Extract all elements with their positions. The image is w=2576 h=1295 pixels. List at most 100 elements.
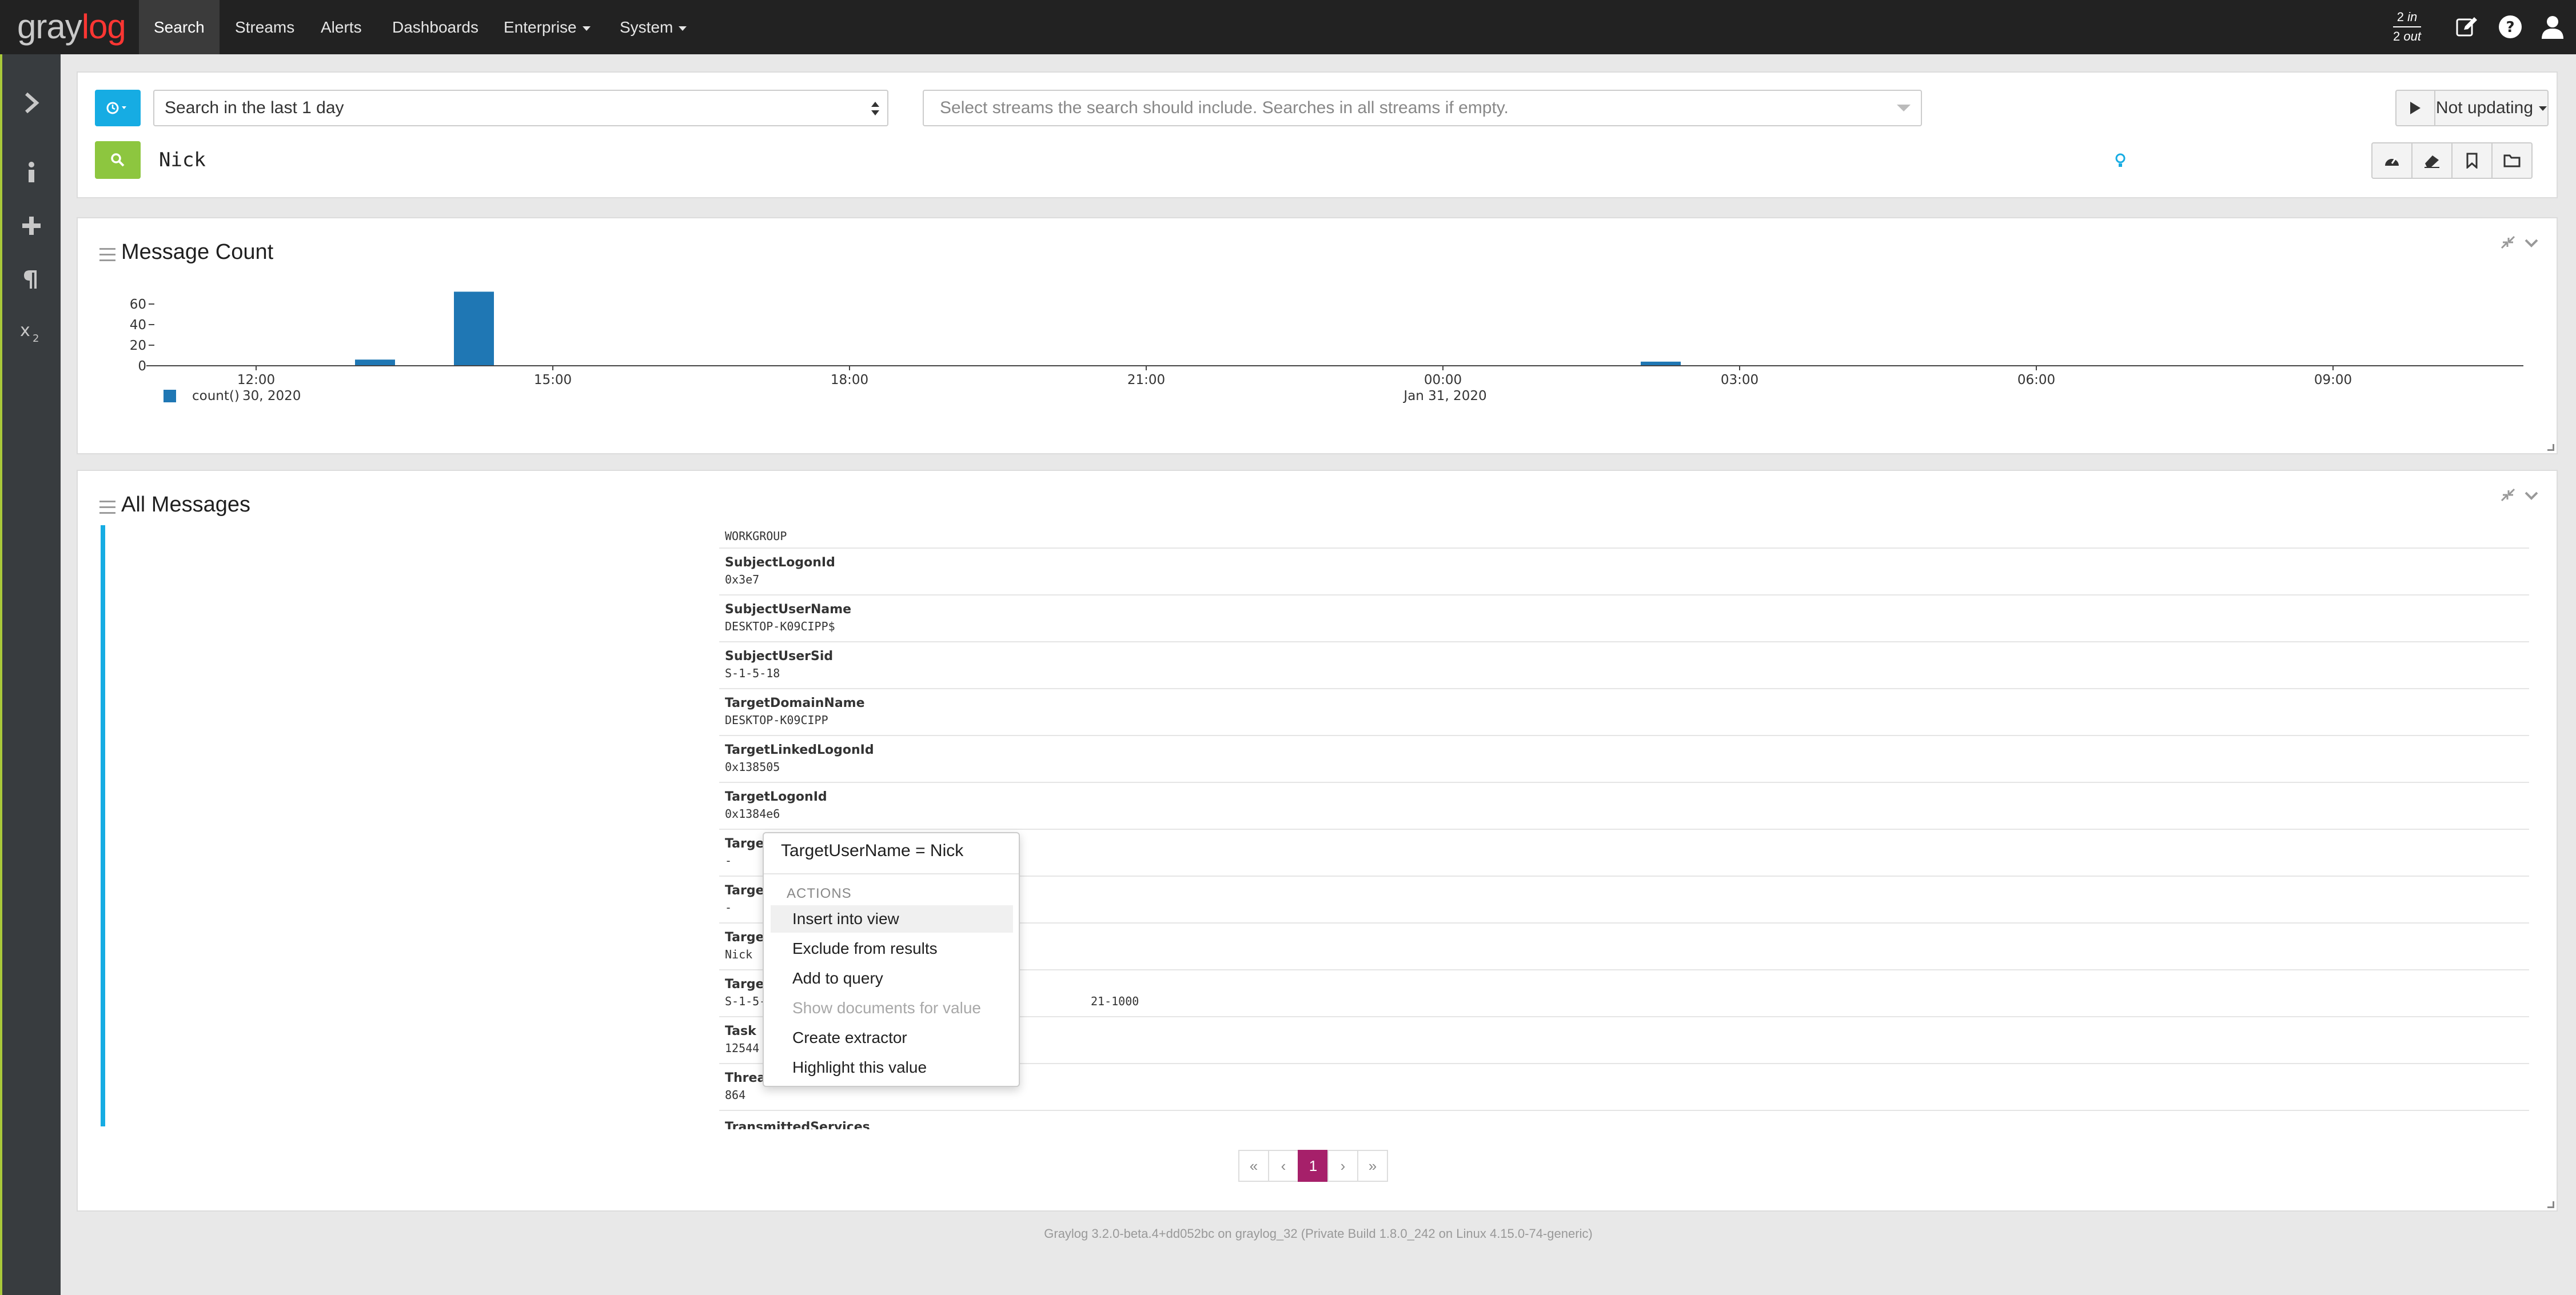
- bookmark-icon: [2466, 153, 2478, 169]
- svg-text:?: ?: [2506, 19, 2514, 36]
- all-messages-widget: All Messages WORKGROUP SubjectLogonId 0x…: [77, 470, 2558, 1212]
- nav-system-dropdown[interactable]: System: [605, 0, 701, 54]
- refresh-interval-dropdown[interactable]: Not updating: [2434, 90, 2549, 126]
- resize-handle-icon[interactable]: [2547, 1201, 2554, 1208]
- resize-handle-icon[interactable]: [2547, 444, 2554, 451]
- search-info-button[interactable]: [2, 153, 61, 193]
- field-value[interactable]: 864: [725, 1088, 745, 1102]
- streams-placeholder: Select streams the search should include…: [940, 98, 1509, 117]
- paragraph-icon: [24, 270, 37, 289]
- save-search-button[interactable]: [2451, 142, 2493, 179]
- lightbulb-icon[interactable]: [2113, 153, 2128, 170]
- field-name: TargetLinkedLogonId: [725, 743, 874, 757]
- graylog-logo[interactable]: graylog: [17, 10, 126, 44]
- x-tick-label: 03:00: [1721, 373, 1758, 387]
- field-row: TargetLogonId 0x1384e6: [719, 783, 2529, 830]
- field-value[interactable]: -: [725, 901, 732, 914]
- bar[interactable]: [1641, 361, 1681, 366]
- expand-sidebar-button[interactable]: [2, 83, 61, 123]
- menu-title: TargetUserName = Nick: [781, 841, 964, 860]
- page-1-button[interactable]: 1: [1298, 1150, 1329, 1182]
- create-widget-button[interactable]: [2, 206, 61, 246]
- legend-swatch[interactable]: [164, 390, 176, 402]
- field-row: SubjectUserSid S-1-5-18: [719, 642, 2529, 689]
- x-tick-label: 06:00: [2017, 373, 2055, 387]
- time-range-type-button[interactable]: [95, 90, 141, 126]
- nav-dashboards[interactable]: Dashboards: [377, 0, 493, 54]
- field-value[interactable]: DESKTOP-K09CIPP$: [725, 619, 835, 633]
- field-name: TransmittedServices: [725, 1121, 870, 1129]
- bar[interactable]: [355, 359, 395, 366]
- nav-alerts-label: Alerts: [321, 18, 362, 36]
- throughput-out-label: out: [2403, 29, 2421, 43]
- field-name: SubjectLogonId: [725, 555, 835, 570]
- field-value[interactable]: -: [725, 854, 732, 868]
- bar[interactable]: [454, 291, 494, 366]
- nav-search-label: Search: [154, 18, 205, 36]
- x-tick-label: 12:00: [237, 373, 275, 387]
- field-row-separator: [719, 522, 2529, 549]
- streams-filter-select[interactable]: Select streams the search should include…: [923, 90, 1922, 126]
- nav-dashboards-label: Dashboards: [392, 18, 478, 36]
- caret-down-icon: [679, 26, 687, 31]
- chevron-down-icon: [2525, 491, 2538, 500]
- x-tick-label: 09:00: [2314, 373, 2352, 387]
- field-row-clipped: TransmittedServices: [719, 1121, 2529, 1129]
- field-value-tail[interactable]: 21-1000: [1091, 994, 1139, 1008]
- last-page-button[interactable]: »: [1357, 1150, 1388, 1182]
- y-tick-label: 40: [130, 318, 146, 333]
- field-name: TargetDomainName: [725, 696, 865, 710]
- help-icon[interactable]: ?: [2496, 13, 2525, 41]
- nav-enterprise-dropdown[interactable]: Enterprise: [489, 0, 605, 54]
- menu-item-add-to-query[interactable]: Add to query: [771, 965, 1013, 992]
- perform-search-button[interactable]: [95, 141, 141, 179]
- chevron-right-icon: [25, 92, 39, 114]
- menu-item-exclude-from-results[interactable]: Exclude from results: [771, 935, 1013, 962]
- menu-item-insert-into-view[interactable]: Insert into view: [771, 905, 1013, 933]
- eraser-icon: [2425, 155, 2439, 168]
- edit-icon[interactable]: [2453, 13, 2481, 41]
- legend-label[interactable]: count(): [192, 389, 240, 403]
- start-refresh-button[interactable]: [2395, 90, 2435, 126]
- search-query-input[interactable]: Nick: [153, 141, 2200, 179]
- next-page-button[interactable]: ›: [1327, 1150, 1358, 1182]
- throughput-out-value: 2: [2393, 29, 2400, 43]
- formatting-button[interactable]: [2, 259, 61, 299]
- time-range-select[interactable]: Search in the last 1 day: [153, 90, 888, 126]
- menu-item-show-documents: Show documents for value: [792, 999, 981, 1017]
- sort-updown-icon: [871, 102, 879, 115]
- nav-alerts[interactable]: Alerts: [306, 0, 377, 54]
- field-name: TargetLogonId: [725, 790, 827, 804]
- bars[interactable]: [355, 291, 1681, 366]
- plus-icon: [22, 217, 41, 235]
- drag-handle-icon[interactable]: [99, 501, 115, 518]
- throughput-indicator[interactable]: 2 in 2 out: [2393, 8, 2421, 46]
- nav-search[interactable]: Search: [139, 0, 220, 54]
- field-value[interactable]: S-1-5-18: [725, 666, 780, 680]
- field-value[interactable]: DESKTOP-K09CIPP: [725, 713, 828, 727]
- fields-button[interactable]: x2: [2, 313, 61, 353]
- field-value[interactable]: 0x1384e6: [725, 807, 780, 821]
- message-count-widget: Message Count 60 40 20 0 12:00 15:00 18:00 21:…: [77, 217, 2558, 454]
- field-value[interactable]: 0x3e7: [725, 573, 759, 586]
- field-value[interactable]: S-1-5-: [725, 994, 766, 1008]
- x-tick-label: 15:00: [534, 373, 572, 387]
- nav-streams[interactable]: Streams: [220, 0, 309, 54]
- nav-system-label: System: [620, 18, 673, 36]
- load-search-button[interactable]: [2491, 142, 2533, 179]
- refresh-interval-label: Not updating: [2435, 98, 2534, 117]
- field-row: TargetLinkedLogonId 0x138505: [719, 736, 2529, 783]
- prev-page-button[interactable]: ‹: [1268, 1150, 1299, 1182]
- clear-search-button[interactable]: [2411, 142, 2453, 179]
- field-value[interactable]: Nick: [725, 948, 752, 961]
- search-query-text: Nick: [159, 149, 206, 171]
- x-axis-date-label-2: Jan 31, 2020: [1402, 389, 1486, 403]
- field-value[interactable]: 0x138505: [725, 760, 780, 774]
- dashboard-view-button[interactable]: [2371, 142, 2412, 179]
- menu-item-highlight-value[interactable]: Highlight this value: [771, 1054, 1013, 1081]
- widget-controls[interactable]: [2499, 487, 2539, 504]
- first-page-button[interactable]: «: [1238, 1150, 1269, 1182]
- field-value[interactable]: 12544: [725, 1041, 759, 1055]
- user-icon[interactable]: [2538, 13, 2567, 41]
- menu-item-create-extractor[interactable]: Create extractor: [771, 1024, 1013, 1052]
